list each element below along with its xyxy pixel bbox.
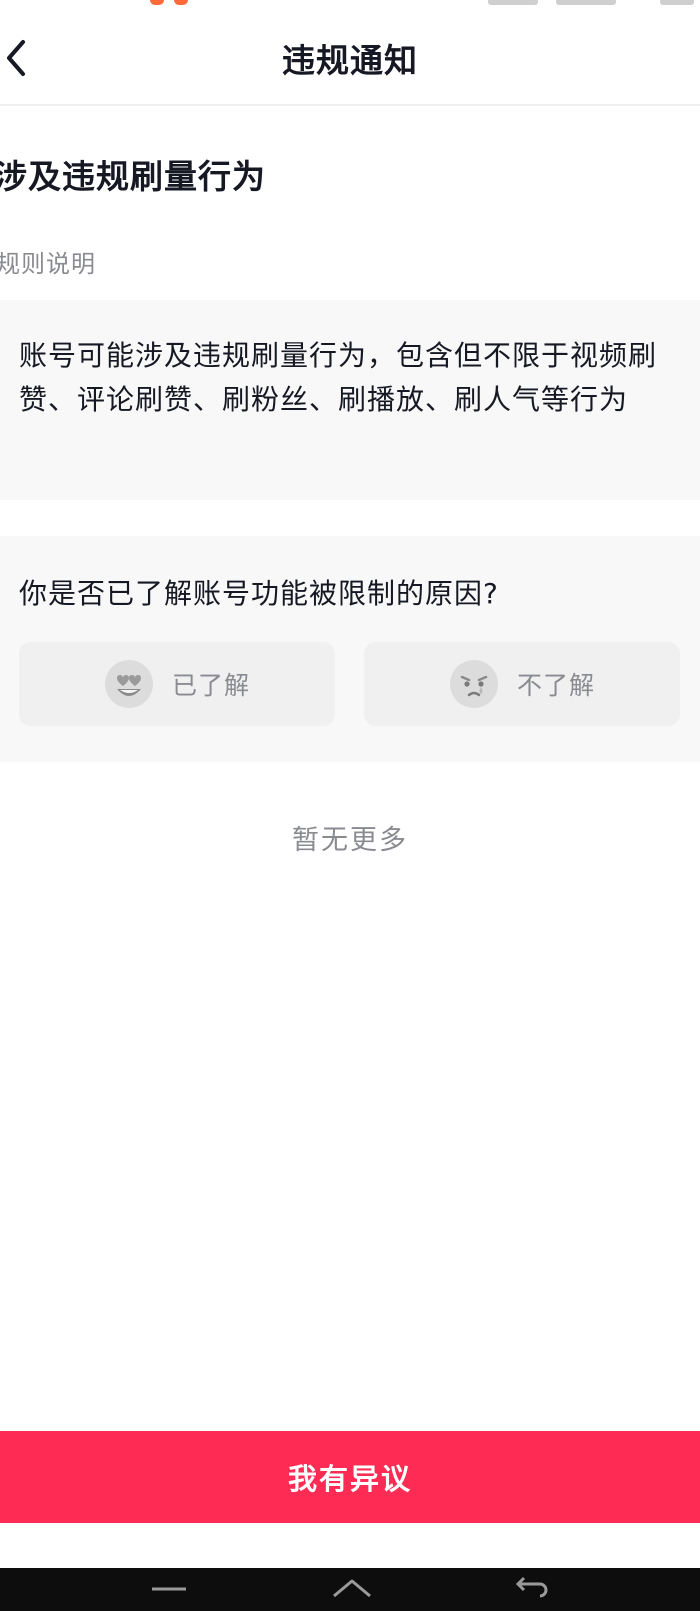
rule-description: 账号可能涉及违规刷量行为，包含但不限于视频刷赞、评论刷赞、刷粉丝、刷播放、刷人气… [19, 339, 658, 416]
heart-eyes-emoji-icon [104, 659, 154, 709]
not-understood-label: 不了解 [516, 671, 595, 700]
status-icons [488, 0, 538, 5]
top-nav-bar: 违规通知 [0, 10, 700, 106]
understood-button[interactable]: 已了解 [19, 642, 335, 726]
not-understood-button[interactable]: 不了解 [364, 642, 680, 726]
battery-icon [660, 0, 694, 5]
home-button[interactable] [330, 1576, 374, 1598]
back-icon [515, 1576, 548, 1598]
status-indicator [174, 0, 188, 5]
menu-icon [152, 1587, 186, 1591]
home-icon [333, 1579, 371, 1598]
feedback-card: 你是否已了解账号功能被限制的原因? 已了解 不了解 [0, 536, 700, 762]
rule-subtitle: 规则说明 [0, 250, 96, 278]
feedback-question: 你是否已了解账号功能被限制的原因? [19, 577, 499, 610]
understood-label: 已了解 [171, 671, 250, 700]
status-bar [0, 0, 700, 10]
rule-title: 涉及违规刷量行为 [0, 157, 266, 196]
menu-button[interactable] [150, 1586, 188, 1600]
page-title: 违规通知 [282, 41, 418, 80]
crying-emoji-icon [449, 659, 499, 709]
status-icons [556, 0, 616, 5]
appeal-button[interactable]: 我有异议 [0, 1431, 700, 1523]
rule-description-card: 账号可能涉及违规刷量行为，包含但不限于视频刷赞、评论刷赞、刷粉丝、刷播放、刷人气… [0, 300, 700, 500]
system-navigation-bar [0, 1568, 700, 1611]
status-indicator [150, 0, 164, 5]
system-back-button[interactable] [510, 1576, 550, 1598]
no-more-text: 暂无更多 [292, 825, 408, 856]
